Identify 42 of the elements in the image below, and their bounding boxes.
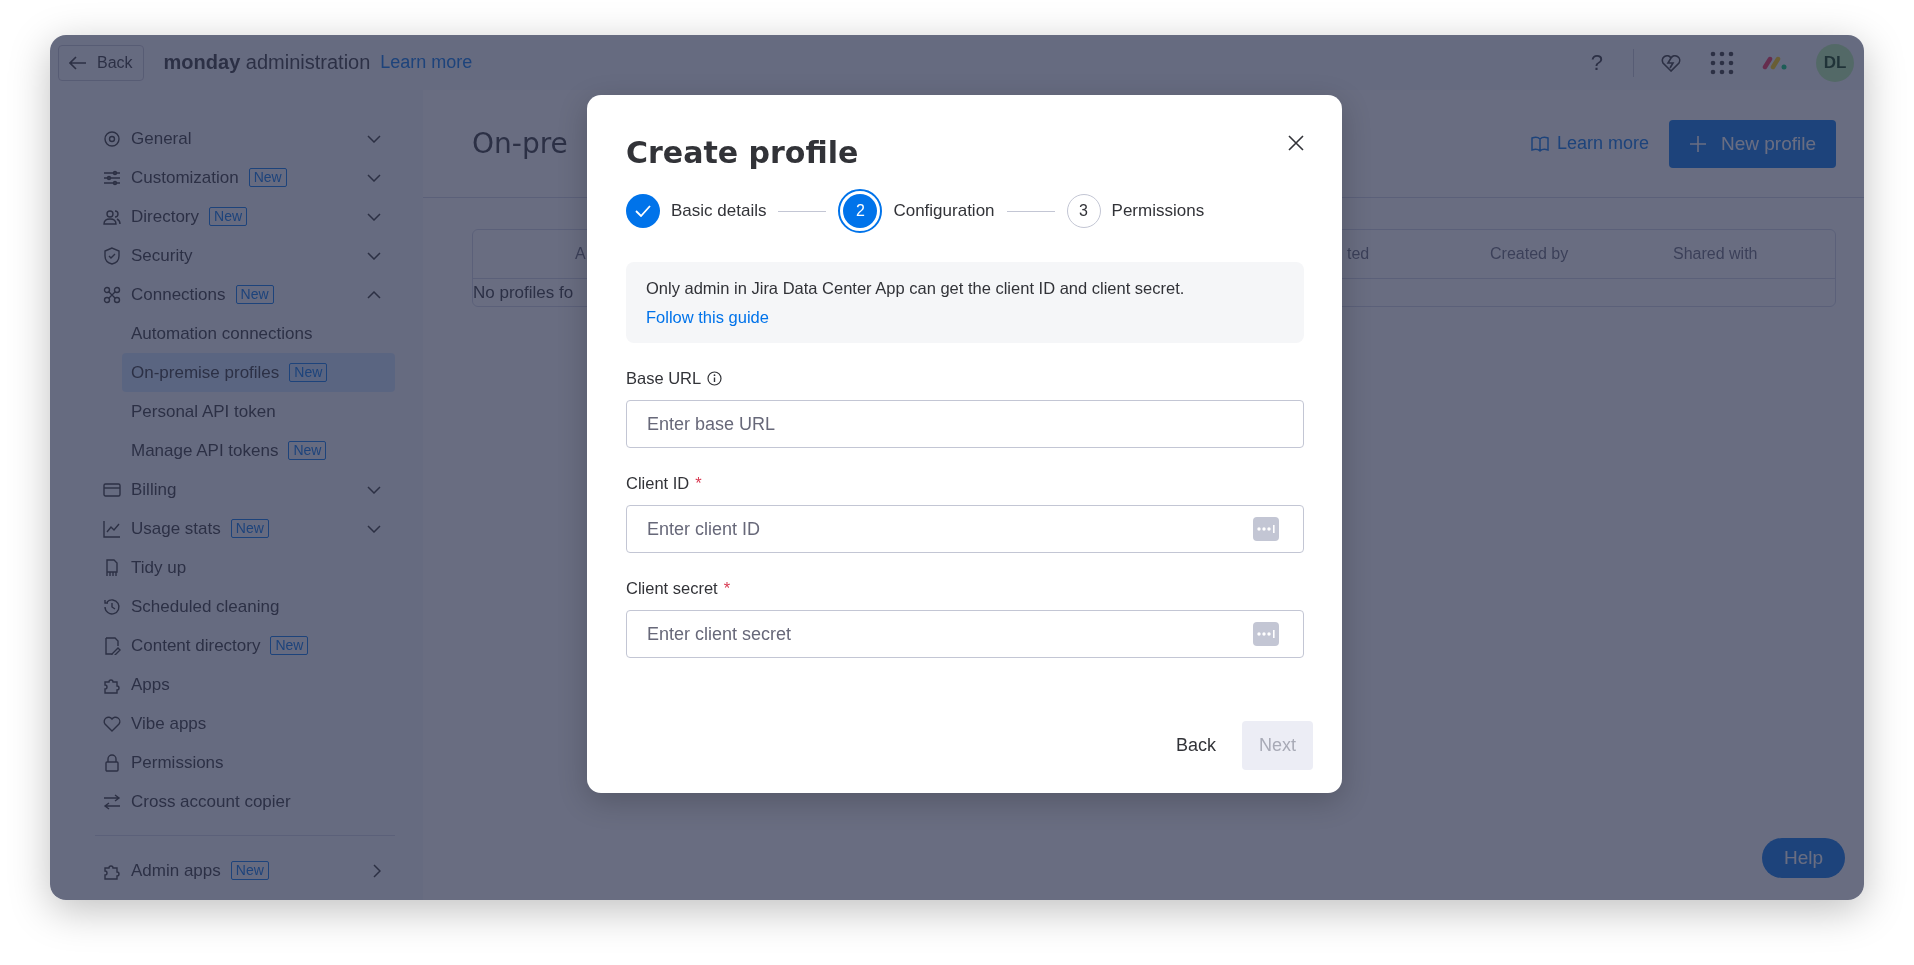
- sidebar-label: Manage API tokens: [131, 440, 279, 461]
- info-icon[interactable]: [707, 370, 723, 386]
- sidebar-label: Customization: [131, 167, 239, 188]
- app-title: monday administration: [163, 51, 371, 74]
- sidebar-label: Automation connections: [131, 323, 313, 344]
- sidebar-label: Apps: [131, 674, 170, 695]
- sidebar-label: Personal API token: [131, 401, 276, 422]
- field-label: Base URL: [626, 368, 702, 388]
- page-title: On-pre: [472, 127, 568, 160]
- sidebar-label: On-premise profiles: [131, 362, 280, 383]
- sidebar-label: General: [131, 128, 192, 149]
- notice-text: Only admin in Jira Data Center App can get the client ID and client secret.: [646, 279, 1186, 298]
- sidebar-label: Cross account copier: [131, 791, 291, 812]
- close-icon[interactable]: [1288, 135, 1304, 151]
- sidebar-label: Connections: [131, 284, 226, 305]
- empty-message: No profiles fo: [473, 282, 574, 303]
- sidebar-label: Directory: [131, 206, 199, 227]
- input-field[interactable]: Enter base URL: [626, 400, 1304, 448]
- step-label: Basic details: [671, 201, 767, 221]
- back-button[interactable]: Back: [1167, 721, 1224, 770]
- sidebar-label: Billing: [131, 479, 177, 500]
- password-dots-icon: [1253, 622, 1279, 646]
- input-field[interactable]: Enter client ID: [626, 505, 1304, 553]
- required-mark: *: [695, 473, 702, 493]
- sidebar-label: Vibe apps: [131, 713, 207, 734]
- sidebar-label: Scheduled cleaning: [131, 596, 280, 617]
- dialog-title: Create profile: [626, 135, 859, 170]
- sidebar-label: Content directory: [131, 635, 261, 656]
- sidebar-label: Permissions: [131, 752, 224, 773]
- field-label: Client ID: [626, 473, 690, 493]
- password-dots-icon: [1253, 517, 1279, 541]
- sidebar-label: Security: [131, 245, 193, 266]
- step-label: Configuration: [893, 201, 995, 221]
- step-number: 2: [838, 189, 883, 233]
- field-label: Client secret: [626, 578, 718, 598]
- sidebar-label: Tidy up: [131, 557, 187, 578]
- step-label: Permissions: [1111, 201, 1205, 221]
- sidebar-label: Admin apps: [131, 860, 221, 881]
- required-mark: *: [723, 578, 731, 598]
- sidebar-label: Usage stats: [131, 518, 221, 539]
- input-field[interactable]: Enter client secret: [626, 610, 1304, 658]
- guide-link[interactable]: Follow this guide: [646, 308, 769, 327]
